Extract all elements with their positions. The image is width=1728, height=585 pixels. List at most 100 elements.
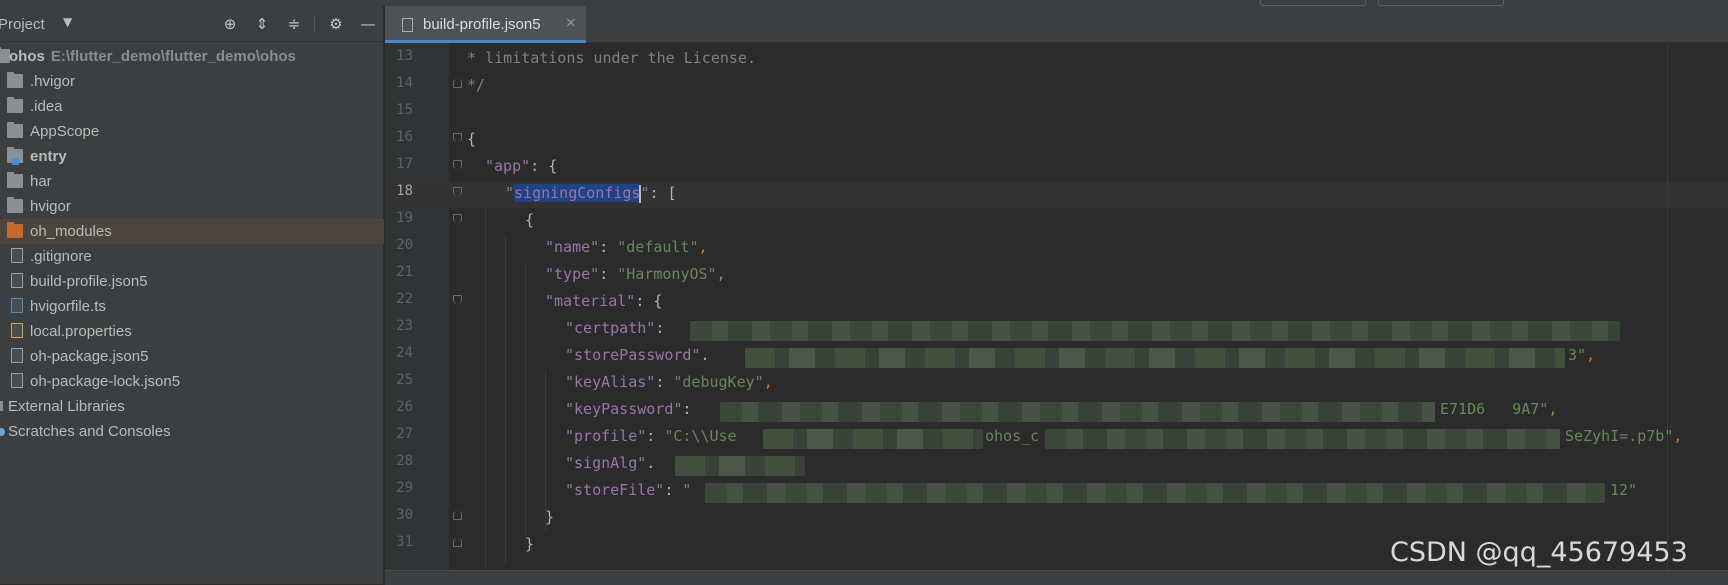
tree-item-ohos[interactable]: ohos E:\flutter_demo\flutter_demo\ohos [0, 44, 384, 69]
json-value: "debugKey" [673, 373, 764, 391]
folder-icon [7, 197, 23, 213]
line-number: 20 [396, 237, 413, 253]
json-comma: , [716, 265, 726, 283]
line-number: 27 [396, 426, 413, 442]
tree-item-label: .idea [30, 98, 63, 115]
json-key: "storePassword" [565, 346, 701, 364]
tree-item-label: .gitignore [30, 248, 92, 265]
gear-icon[interactable]: ⚙ [327, 15, 345, 33]
json-file-icon [11, 348, 23, 363]
code-line-14: */ [467, 76, 486, 94]
tree-item-oh-modules[interactable]: oh_modules [0, 219, 384, 244]
project-panel-header: Project ▼ ⊕ ⇕ ≑ ⚙ — [0, 6, 384, 42]
tree-item-label: External Libraries [8, 398, 125, 415]
tree-item-external-libraries[interactable]: External Libraries [0, 394, 384, 419]
json-file-icon [11, 273, 23, 288]
json-value: 3" [1568, 346, 1587, 364]
tree-item-oh-package[interactable]: oh-package.json5 [0, 344, 384, 369]
line-number: 30 [396, 507, 413, 523]
code-line-16: { [467, 130, 477, 148]
project-panel-title[interactable]: Project [0, 16, 45, 33]
json-key: "profile" [565, 427, 647, 445]
expand-all-icon[interactable]: ⇕ [253, 15, 271, 33]
fold-marker-icon[interactable] [453, 295, 462, 304]
tree-item-oh-package-lock[interactable]: oh-package-lock.json5 [0, 369, 384, 394]
tab-build-profile[interactable]: build-profile.json5 × [385, 6, 586, 43]
json-file-icon [402, 18, 413, 32]
breadcrumb-bar [385, 570, 1728, 585]
json-punct: : [664, 481, 683, 499]
tree-item-label: entry [30, 148, 67, 165]
tree-item-har[interactable]: har [0, 169, 384, 194]
line-number: 14 [396, 75, 413, 91]
code-line-29-tail: 12" [1610, 481, 1638, 499]
watermark: CSDN @qq_45679453 [1390, 537, 1688, 568]
fold-marker-icon[interactable] [453, 214, 462, 223]
line-number: 16 [396, 129, 413, 145]
fold-marker-icon[interactable] [453, 79, 462, 88]
minimize-icon[interactable]: — [359, 15, 377, 33]
code-editor[interactable]: 13 14 15 16 17 18 19 20 21 22 23 24 25 2… [385, 43, 1728, 570]
code-line-20: "name": "default", [545, 234, 708, 261]
tree-item-local-properties[interactable]: local.properties [0, 319, 384, 344]
redacted-value [720, 402, 1435, 422]
code-line-22: "material": { [545, 288, 662, 315]
right-margin-guide [1667, 43, 1668, 570]
json-comma: , [1673, 427, 1683, 445]
tree-item-label: Scratches and Consoles [8, 423, 171, 440]
tree-item-hvigor[interactable]: hvigor [0, 194, 384, 219]
line-number: 15 [396, 102, 413, 118]
tree-item-label: oh-package-lock.json5 [30, 373, 181, 390]
json-value: "default" [617, 238, 699, 256]
code-line-24: "storePassword". [565, 342, 710, 369]
json-value: "HarmonyOS" [617, 265, 717, 283]
code-line-26-tail: E71D6 9A7", [1440, 396, 1557, 423]
redacted-value [1045, 429, 1560, 449]
code-line-13: * limitations under the License. [467, 49, 756, 67]
code-line-21: "type": "HarmonyOS", [545, 261, 726, 288]
line-number: 13 [396, 48, 413, 64]
line-number: 17 [396, 156, 413, 172]
chevron-down-icon[interactable]: ▼ [63, 15, 72, 29]
tree-item-scratches[interactable]: Scratches and Consoles [0, 419, 384, 444]
crosshair-icon[interactable]: ⊕ [221, 15, 239, 33]
close-icon[interactable]: × [565, 15, 577, 31]
editor-tab-bar: build-profile.json5 × [385, 6, 1728, 43]
redacted-value [675, 456, 805, 476]
tree-item-gitignore[interactable]: .gitignore [0, 244, 384, 269]
tree-item-appscope[interactable]: AppScope [0, 119, 384, 144]
json-key-quote: " [505, 184, 515, 202]
json-key: "keyPassword" [565, 400, 683, 418]
json-punct: : { [635, 292, 663, 310]
fold-marker-icon[interactable] [453, 187, 462, 196]
tree-item-idea[interactable]: .idea [0, 94, 384, 119]
json-key: "signAlg" [565, 454, 647, 472]
json-key: "name" [545, 238, 600, 256]
tree-item-hvigor-hidden[interactable]: .hvigor [0, 69, 384, 94]
tree-item-label: oh-package.json5 [30, 348, 149, 365]
json-comma: , [1586, 346, 1596, 364]
code-line-29: "storeFile": " [565, 477, 691, 504]
collapse-all-icon[interactable]: ≑ [285, 15, 303, 33]
json-value: "C:\\Use [664, 427, 737, 445]
code-line-23: "certpath": [565, 315, 664, 342]
tree-item-entry[interactable]: entry [0, 144, 384, 169]
tree-item-build-profile[interactable]: build-profile.json5 [0, 269, 384, 294]
fold-marker-icon[interactable] [453, 160, 462, 169]
redacted-value [763, 429, 983, 449]
line-number: 22 [396, 291, 413, 307]
code-line-28: "signAlg". [565, 450, 655, 477]
fold-marker-icon[interactable] [453, 538, 462, 547]
gitignore-file-icon [11, 248, 23, 263]
fold-marker-icon[interactable] [453, 511, 462, 520]
code-line-18: "signingConfigs": [ [505, 180, 677, 207]
folder-icon [7, 97, 23, 113]
tree-item-hvigorfile[interactable]: hvigorfile.ts [0, 294, 384, 319]
json-key: "certpath" [565, 319, 656, 337]
tree-item-label: hvigor [30, 198, 71, 215]
folder-icon [7, 172, 23, 188]
fold-marker-icon[interactable] [453, 133, 462, 142]
tab-label: build-profile.json5 [423, 16, 541, 33]
json-punct: . [646, 454, 656, 472]
json-key: "material" [545, 292, 636, 310]
